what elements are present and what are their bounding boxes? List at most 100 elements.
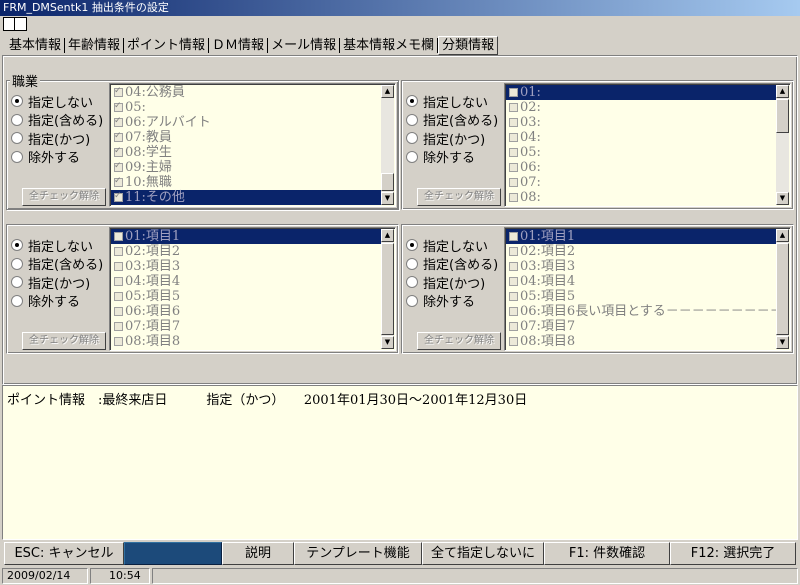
checked-listbox[interactable]: 01:項目1 02:項目2 03:項目3 04:項目4 05:項目5 06:項目6 07:項… [109,227,396,351]
radio-button-icon[interactable] [11,150,23,163]
list-item[interactable]: 05: [111,99,381,115]
list-item[interactable]: 08:学生 [111,144,381,160]
checkbox[interactable] [114,84,123,99]
list-item[interactable]: 03:項目3 [111,259,381,274]
scrollbar-thumb[interactable] [776,99,789,133]
checkbox[interactable] [114,307,123,316]
list-item[interactable]: 08:項目8 [111,334,381,349]
scroll-down-arrow-icon[interactable]: ▼ [381,336,394,349]
clear-all-checks-button[interactable]: 全チェック解除 [22,188,106,206]
checked-listbox[interactable]: 04:公務員05:06:アルバイト07:教員08:学生09:主婦10:無職11:… [109,83,396,207]
book-icon[interactable] [3,17,27,31]
list-item[interactable]: 03: [506,115,776,130]
list-item[interactable]: 11:その他 [111,189,381,205]
scroll-down-arrow-icon[interactable]: ▼ [776,192,789,205]
list-item[interactable]: 02:項目2 [506,244,776,259]
f1-count-button[interactable]: F1: 件数確認 [544,542,670,565]
checkbox[interactable] [114,262,123,271]
scroll-up-arrow-icon[interactable]: ▲ [381,229,394,242]
checkbox[interactable] [509,148,518,157]
radio-button-icon[interactable] [11,257,23,270]
list-item[interactable]: 04:項目4 [111,274,381,289]
scroll-up-arrow-icon[interactable]: ▲ [776,229,789,242]
tab-basic-memo[interactable]: 基本情報メモ欄 [340,36,437,55]
scroll-up-arrow-icon[interactable]: ▲ [381,85,394,98]
radio-include[interactable]: 指定(含める) [11,111,103,129]
checked-listbox[interactable]: 01: 02: 03: 04: 05: 06: 07: 08: ▲ ▼ [504,83,791,207]
list-item[interactable]: 05:項目5 [111,289,381,304]
radio-button-icon[interactable] [406,113,418,126]
radio-and[interactable]: 指定(かつ) [406,129,485,148]
radio-button-icon[interactable] [11,294,23,307]
radio-include[interactable]: 指定(含める) [11,255,103,273]
vertical-scrollbar[interactable]: ▲ ▼ [776,85,789,205]
radio-button-icon[interactable] [11,95,23,107]
scroll-up-arrow-icon[interactable]: ▲ [776,85,789,98]
help-button[interactable]: 説明 [222,542,294,565]
all-unspecified-button[interactable]: 全て指定しないに [422,542,544,565]
radio-button-icon[interactable] [406,294,418,307]
checkbox[interactable] [114,322,123,331]
list-item[interactable]: 08: [506,190,776,205]
f12-finish-button[interactable]: F12: 選択完了 [670,542,796,565]
checkbox[interactable] [114,232,123,241]
template-button[interactable]: テンプレート機能 [294,542,422,565]
vertical-scrollbar[interactable]: ▲ ▼ [776,229,789,349]
radio-exclude[interactable]: 除外する [11,292,80,310]
radio-button-icon[interactable] [406,132,418,144]
checkbox[interactable] [509,163,518,172]
list-item[interactable]: 01:項目1 [111,229,381,244]
vertical-scrollbar[interactable]: ▲ ▼ [381,85,394,205]
checkbox[interactable] [114,277,123,286]
tab-dm-info[interactable]: ＤＭ情報 [209,36,267,55]
list-item[interactable]: 06:項目6 [111,304,381,319]
esc-cancel-button[interactable]: ESC: キャンセル [4,542,124,565]
list-item[interactable]: 08:項目8 [506,334,776,349]
checkbox[interactable] [509,292,518,301]
vertical-scrollbar[interactable]: ▲ ▼ [381,229,394,349]
checkbox[interactable] [509,322,518,331]
list-item[interactable]: 04: [506,130,776,145]
checkbox[interactable] [114,129,123,144]
list-item[interactable]: 07:項目7 [506,319,776,334]
radio-not-specified[interactable]: 指定しない [11,236,93,255]
checkbox[interactable] [509,337,518,346]
clear-all-checks-button[interactable]: 全チェック解除 [417,332,501,350]
radio-exclude[interactable]: 除外する [406,292,475,310]
checkbox[interactable] [509,88,518,97]
checkbox[interactable] [509,178,518,187]
checkbox[interactable] [509,277,518,286]
list-item[interactable]: 02:項目2 [111,244,381,259]
list-item[interactable]: 02: [506,100,776,115]
radio-not-specified[interactable]: 指定しない [11,92,93,111]
scrollbar-thumb[interactable] [776,243,789,335]
checkbox[interactable] [114,114,123,129]
radio-button-icon[interactable] [406,276,418,288]
checkbox[interactable] [509,133,518,142]
checkbox[interactable] [114,189,123,204]
clear-all-checks-button[interactable]: 全チェック解除 [417,188,501,206]
radio-include[interactable]: 指定(含める) [406,111,498,129]
radio-button-icon[interactable] [406,257,418,270]
radio-and[interactable]: 指定(かつ) [11,273,90,292]
checkbox[interactable] [509,307,518,316]
list-item[interactable]: 07:教員 [111,129,381,145]
blank-function-button[interactable] [124,542,222,565]
radio-button-icon[interactable] [11,276,23,288]
list-item[interactable]: 04:項目4 [506,274,776,289]
tab-classification-info[interactable]: 分類情報 [438,36,499,55]
list-item[interactable]: 01: [506,85,776,100]
list-item[interactable]: 05: [506,145,776,160]
list-item[interactable]: 06: [506,160,776,175]
list-item[interactable]: 06:アルバイト [111,114,381,130]
radio-exclude[interactable]: 除外する [406,148,475,166]
checkbox[interactable] [114,247,123,256]
radio-not-specified[interactable]: 指定しない [406,236,488,255]
list-item[interactable]: 04:公務員 [111,84,381,100]
scroll-down-arrow-icon[interactable]: ▼ [381,192,394,205]
list-item[interactable]: 05:項目5 [506,289,776,304]
checkbox[interactable] [114,144,123,159]
checked-listbox[interactable]: 01:項目1 02:項目2 03:項目3 04:項目4 05:項目5 06:項目6長い項目… [504,227,791,351]
list-item[interactable]: 03:項目3 [506,259,776,274]
radio-button-icon[interactable] [11,239,23,251]
